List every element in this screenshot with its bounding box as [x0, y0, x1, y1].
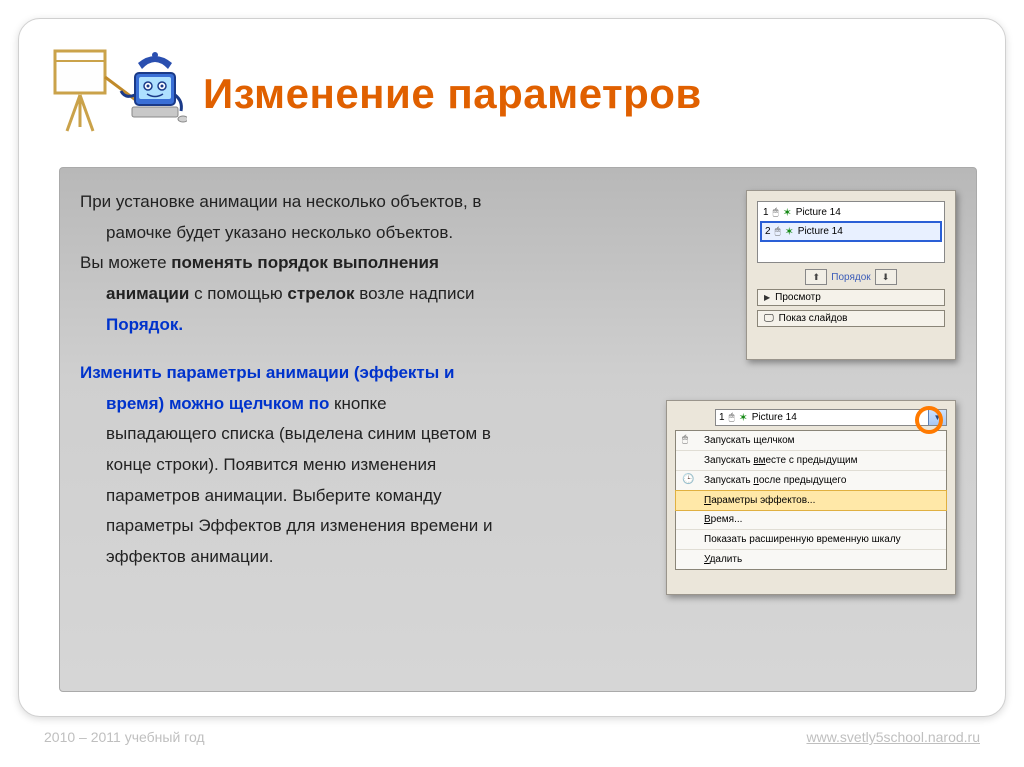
- menu-label: Показать расширенную временную шкалу: [704, 534, 901, 545]
- context-menu-screenshot: 1 🖱 ✶ Picture 14 ▼ 🖱 Запускать щелчком З…: [666, 400, 956, 595]
- text: конце строки). Появится меню изменения: [106, 455, 436, 474]
- text-bold: поменять порядок выполнения: [171, 253, 439, 272]
- mouse-icon: 🖱: [773, 207, 779, 218]
- item-number: 1: [719, 412, 725, 423]
- mouse-icon: 🖱: [682, 434, 688, 445]
- menu-start-with-previous[interactable]: Запускать вместе с предыдущим: [676, 451, 946, 471]
- menu-label: Время...: [704, 514, 742, 525]
- slideshow-label: Показ слайдов: [779, 313, 848, 324]
- slide-footer: 2010 – 2011 учебный год www.svetly5schoo…: [44, 729, 980, 745]
- menu-timing[interactable]: Время...: [676, 510, 946, 530]
- animation-item[interactable]: 1 🖱 ✶ Picture 14: [760, 204, 942, 221]
- body-text: При установке анимации на несколько объе…: [80, 190, 650, 570]
- preview-button[interactable]: ▶ Просмотр: [757, 289, 945, 306]
- footer-link[interactable]: www.svetly5school.narod.ru: [806, 729, 980, 745]
- text-bold: анимации: [106, 284, 189, 303]
- text-keyword: время) можно щелчком по: [106, 394, 329, 413]
- menu-label: Параметры эффектов...: [704, 495, 815, 506]
- menu-start-after-previous[interactable]: 🕒 Запускать после предыдущего: [676, 471, 946, 491]
- animation-item-selected[interactable]: 2 🖱 ✶ Picture 14: [760, 221, 942, 242]
- text: возле надписи: [355, 284, 475, 303]
- text: выпадающего списка (выделена синим цвето…: [106, 424, 491, 443]
- content-box: При установке анимации на несколько объе…: [59, 167, 977, 692]
- text: Вы можете: [80, 253, 171, 272]
- star-icon: ✶: [785, 225, 794, 238]
- order-label: Порядок: [831, 272, 870, 283]
- animation-list: 1 🖱 ✶ Picture 14 2 🖱 ✶ Picture 14: [757, 201, 945, 263]
- menu-remove[interactable]: Удалить: [676, 550, 946, 569]
- animation-pane-screenshot: 1 🖱 ✶ Picture 14 2 🖱 ✶ Picture 14 ⬆ Поря…: [746, 190, 956, 360]
- clock-icon: 🕒: [682, 474, 694, 485]
- play-icon: ▶: [764, 293, 770, 302]
- text-keyword: Изменить параметры анимации (эффекты и: [80, 363, 454, 382]
- menu-start-on-click[interactable]: 🖱 Запускать щелчком: [676, 431, 946, 451]
- star-icon: ✶: [739, 411, 748, 424]
- clip-art-computer-easel: [47, 39, 187, 149]
- text: параметры Эффектов для изменения времени…: [106, 516, 492, 535]
- item-number: 2: [765, 226, 771, 237]
- slide-frame: Изменение параметров При установке анима…: [18, 18, 1006, 717]
- dropdown-button[interactable]: ▼: [928, 410, 946, 425]
- menu-show-advanced-timeline[interactable]: Показать расширенную временную шкалу: [676, 530, 946, 550]
- slideshow-icon: 🖵: [764, 313, 774, 324]
- order-controls: ⬆ Порядок ⬇: [757, 269, 945, 285]
- menu-label: Запускать вместе с предыдущим: [704, 455, 858, 466]
- text: При установке анимации на несколько объе…: [80, 192, 481, 211]
- item-label: Picture 14: [798, 226, 843, 237]
- mouse-icon: 🖱: [775, 226, 781, 237]
- slide-title: Изменение параметров: [203, 70, 702, 118]
- text: рамочке будет указано несколько объектов…: [106, 223, 453, 242]
- text: кнопке: [329, 394, 386, 413]
- context-menu: 🖱 Запускать щелчком Запускать вместе с п…: [675, 430, 947, 570]
- order-down-button[interactable]: ⬇: [875, 269, 897, 285]
- text-keyword: Порядок.: [106, 315, 183, 334]
- item-number: 1: [763, 207, 769, 218]
- menu-label: Удалить: [704, 554, 742, 565]
- star-icon: ✶: [783, 206, 792, 219]
- text-bold: стрелок: [287, 284, 354, 303]
- text: эффектов анимации.: [106, 547, 273, 566]
- menu-effect-options[interactable]: Параметры эффектов...: [675, 490, 947, 511]
- menu-label: Запускать щелчком: [704, 435, 795, 446]
- slide-header: Изменение параметров: [19, 19, 1005, 159]
- item-label: Picture 14: [796, 207, 841, 218]
- preview-label: Просмотр: [775, 292, 821, 303]
- item-label: Picture 14: [752, 412, 797, 423]
- animation-item-dropdown[interactable]: 1 🖱 ✶ Picture 14 ▼: [715, 409, 947, 426]
- footer-year: 2010 – 2011 учебный год: [44, 729, 205, 745]
- text: параметров анимации. Выберите команду: [106, 486, 442, 505]
- order-up-button[interactable]: ⬆: [805, 269, 827, 285]
- text: с помощью: [189, 284, 287, 303]
- mouse-icon: 🖱: [729, 412, 735, 423]
- menu-label: Запускать после предыдущего: [704, 475, 846, 486]
- slideshow-button[interactable]: 🖵 Показ слайдов: [757, 310, 945, 327]
